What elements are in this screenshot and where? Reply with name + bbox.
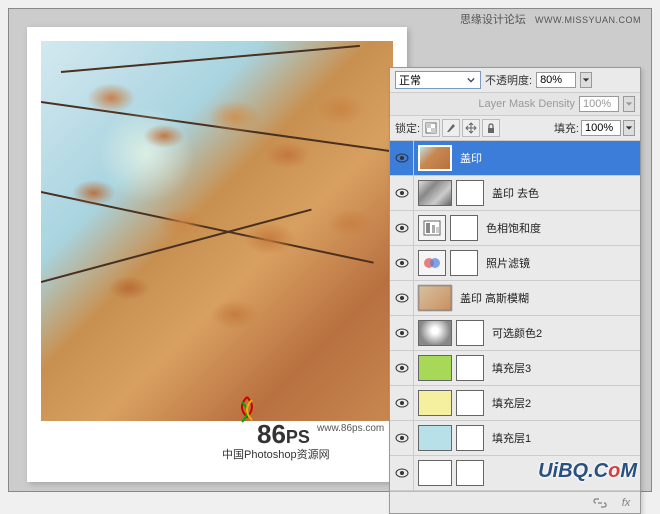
fill-input[interactable]: 100% — [581, 120, 621, 136]
layer-item[interactable]: 可选颜色2 — [390, 316, 640, 351]
adjustment-icon — [418, 215, 446, 241]
leaves-decoration — [41, 41, 393, 421]
fill-slider-button[interactable] — [623, 120, 635, 136]
lock-label: 锁定: — [395, 120, 420, 136]
mask-density-label: Layer Mask Density — [478, 98, 575, 110]
panel-bottom-bar: fx — [390, 491, 640, 513]
layer-name-label: 填充层3 — [492, 360, 531, 376]
layer-item[interactable]: 照片滤镜 — [390, 246, 640, 281]
visibility-toggle[interactable] — [390, 421, 414, 456]
visibility-toggle[interactable] — [390, 351, 414, 386]
mask-thumbnail[interactable] — [450, 215, 478, 241]
visibility-toggle[interactable] — [390, 211, 414, 246]
canvas-area: 思缘设计论坛 WWW.MISSYUAN.COM 86PS www.86ps.co… — [8, 8, 652, 492]
layer-thumbnail[interactable] — [418, 285, 452, 311]
layer-item[interactable]: 填充层3 — [390, 351, 640, 386]
layer-thumbnail[interactable] — [418, 425, 452, 451]
photo-image — [41, 41, 393, 421]
lock-fill-row: 锁定: 填充: 100% — [390, 116, 640, 141]
visibility-toggle[interactable] — [390, 281, 414, 316]
site-url: WWW.MISSYUAN.COM — [535, 15, 641, 25]
watermark-url: www.86ps.com — [317, 423, 384, 434]
mask-thumbnail[interactable] — [456, 320, 484, 346]
mask-thumbnail[interactable] — [456, 460, 484, 486]
lock-all-button[interactable] — [482, 119, 500, 137]
visibility-toggle[interactable] — [390, 176, 414, 211]
visibility-toggle[interactable] — [390, 386, 414, 421]
layer-thumbnail[interactable] — [418, 145, 452, 171]
layer-thumbnail[interactable] — [418, 355, 452, 381]
link-layers-button[interactable] — [590, 495, 610, 511]
layer-name-label: 可选颜色2 — [492, 325, 542, 341]
layers-panel: 正常 不透明度: 80% Layer Mask Density 100% 锁定: — [389, 67, 641, 514]
layer-thumbnail[interactable] — [418, 180, 452, 206]
layer-name-label: 照片滤镜 — [486, 255, 530, 271]
mask-density-input[interactable]: 100% — [579, 96, 619, 112]
layer-name-label: 色相饱和度 — [486, 220, 541, 236]
blend-mode-select[interactable]: 正常 — [395, 71, 481, 89]
layers-list: 盖印盖印 去色色相饱和度照片滤镜盖印 高斯模糊可选颜色2 填充层3 填充层2 填充层1 — [390, 141, 640, 491]
mask-density-row: Layer Mask Density 100% — [390, 93, 640, 116]
opacity-label: 不透明度: — [485, 72, 532, 88]
layer-item[interactable]: 色相饱和度 — [390, 211, 640, 246]
blend-opacity-row: 正常 不透明度: 80% — [390, 68, 640, 93]
photo-frame: 86PS www.86ps.com 中国Photoshop资源网 — [27, 27, 407, 482]
layer-name-label: 填充层2 — [492, 395, 531, 411]
mask-thumbnail[interactable] — [450, 250, 478, 276]
layer-item[interactable]: 填充层1 — [390, 421, 640, 456]
visibility-toggle[interactable] — [390, 316, 414, 351]
lock-pixels-button[interactable] — [442, 119, 460, 137]
layer-name-label: 盖印 — [460, 150, 482, 166]
mask-thumbnail[interactable] — [456, 180, 484, 206]
watermark-subtitle: 中国Photoshop资源网 — [222, 446, 330, 462]
layer-item[interactable]: 盖印 高斯模糊 — [390, 281, 640, 316]
layer-name-label: 填充层1 — [492, 430, 531, 446]
mask-thumbnail[interactable] — [456, 390, 484, 416]
mask-thumbnail[interactable] — [456, 425, 484, 451]
mask-thumbnail[interactable] — [456, 355, 484, 381]
blend-mode-value: 正常 — [399, 72, 421, 88]
visibility-toggle[interactable] — [390, 246, 414, 281]
lock-position-button[interactable] — [462, 119, 480, 137]
layer-thumbnail[interactable] — [418, 320, 452, 346]
visibility-toggle[interactable] — [390, 456, 414, 491]
chevron-down-icon — [465, 74, 477, 86]
header-watermark: 思缘设计论坛 WWW.MISSYUAN.COM — [460, 11, 641, 27]
layer-name-label: 盖印 高斯模糊 — [460, 290, 529, 306]
footer-brand: UiBQ.CoM — [538, 460, 637, 483]
layer-thumbnail[interactable] — [418, 460, 452, 486]
visibility-toggle[interactable] — [390, 141, 414, 176]
layer-thumbnail[interactable] — [418, 390, 452, 416]
layer-name-label: 盖印 去色 — [492, 185, 539, 201]
adjustment-icon — [418, 250, 446, 276]
lock-transparent-button[interactable] — [422, 119, 440, 137]
mask-density-slider-button[interactable] — [623, 96, 635, 112]
layer-item[interactable]: 盖印 — [390, 141, 640, 176]
layer-fx-button[interactable]: fx — [616, 495, 636, 511]
opacity-input[interactable]: 80% — [536, 72, 576, 88]
opacity-slider-button[interactable] — [580, 72, 592, 88]
layer-item[interactable]: 盖印 去色 — [390, 176, 640, 211]
layer-item[interactable]: 填充层2 — [390, 386, 640, 421]
fill-label: 填充: — [554, 120, 579, 136]
forum-name: 思缘设计论坛 — [460, 14, 526, 26]
